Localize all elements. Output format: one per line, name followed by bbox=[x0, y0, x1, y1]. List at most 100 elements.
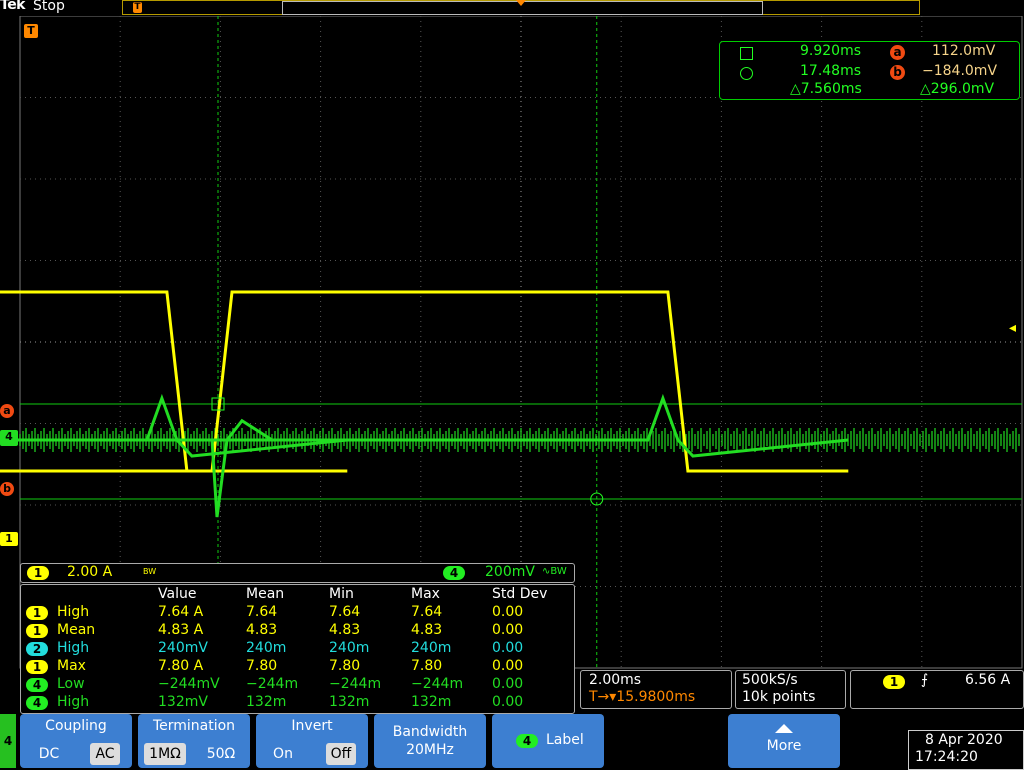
cursor-b-badge: b bbox=[890, 65, 905, 80]
cursor-a-marker[interactable]: a bbox=[0, 404, 14, 418]
invert-menu-button[interactable]: Invert On Off bbox=[256, 714, 368, 768]
trigger-level-arrow-icon: ◂ bbox=[1009, 320, 1017, 336]
coupling-title: Coupling bbox=[45, 718, 107, 734]
more-menu-button[interactable]: More bbox=[728, 714, 840, 768]
trigger-readout[interactable]: 1 ⨍ 6.56 A bbox=[850, 670, 1024, 709]
cursor-t1: 9.920ms bbox=[800, 43, 862, 59]
cursor-va: 112.0mV bbox=[932, 43, 996, 59]
measurement-row[interactable]: 4 Low −244mV −244m −244m −244m 0.00 bbox=[21, 676, 574, 694]
measurement-row[interactable]: 4 High 132mV 132m 132m 132m 0.00 bbox=[21, 694, 574, 712]
measurement-std: 0.00 bbox=[492, 694, 524, 710]
measurement-channel-badge: 1 bbox=[26, 606, 48, 620]
measurement-channel-badge: 1 bbox=[26, 624, 48, 638]
ch1-scale: 2.00 A bbox=[67, 564, 113, 580]
label-title: Label bbox=[546, 732, 584, 748]
channel-scale-readout[interactable]: 1 2.00 A BW 4 200mV ∿BW bbox=[20, 563, 575, 583]
invert-off-option[interactable]: Off bbox=[326, 743, 356, 765]
trigger-position-marker[interactable]: T bbox=[24, 24, 38, 38]
trigger-level: 6.56 A bbox=[965, 672, 1011, 688]
measurement-value: 4.83 A bbox=[158, 622, 204, 638]
cursor-markers bbox=[211, 397, 604, 506]
coupling-ac-option[interactable]: AC bbox=[90, 743, 120, 765]
measurement-value: 7.64 A bbox=[158, 604, 204, 620]
trigger-delay: T→▾15.9800ms bbox=[589, 689, 696, 705]
measurement-table[interactable]: Value Mean Min Max Std Dev 1 High 7.64 A 7.… bbox=[20, 584, 575, 714]
measurement-std: 0.00 bbox=[492, 658, 524, 674]
termination-title: Termination bbox=[152, 718, 236, 734]
col-header-mean: Mean bbox=[246, 586, 285, 602]
measurement-channel-badge: 4 bbox=[26, 678, 48, 692]
measurement-max: 132m bbox=[411, 694, 452, 710]
horizontal-readout[interactable]: 2.00ms T→▾15.9800ms bbox=[580, 670, 732, 709]
cursor-a-badge: a bbox=[890, 45, 905, 60]
measurement-std: 0.00 bbox=[492, 622, 524, 638]
coupling-menu-button[interactable]: Coupling DC AC bbox=[20, 714, 132, 768]
measurement-mean: 7.64 bbox=[246, 604, 278, 620]
acquisition-readout[interactable]: 500kS/s 10k points bbox=[735, 670, 846, 709]
chevron-up-icon bbox=[775, 724, 793, 733]
invert-on-option[interactable]: On bbox=[268, 743, 298, 765]
measurement-mean: 132m bbox=[246, 694, 287, 710]
cursor-readout: 9.920ms a 112.0mV 17.48ms b −184.0mV △7.… bbox=[719, 41, 1020, 100]
bandwidth-menu-button[interactable]: Bandwidth 20MHz bbox=[374, 714, 486, 768]
col-header-std-dev: Std Dev bbox=[492, 586, 548, 602]
termination-1mohm-option[interactable]: 1MΩ bbox=[144, 743, 186, 765]
termination-50ohm-option[interactable]: 50Ω bbox=[202, 743, 240, 765]
measurement-std: 0.00 bbox=[492, 604, 524, 620]
measurement-mean: 240m bbox=[246, 640, 287, 656]
coupling-dc-option[interactable]: DC bbox=[34, 743, 64, 765]
ch4-ground-marker[interactable]: 4 bbox=[0, 430, 18, 446]
ch1-badge: 1 bbox=[27, 566, 49, 580]
measurement-row[interactable]: 2 High 240mV 240m 240m 240m 0.00 bbox=[21, 640, 574, 658]
trigger-position-arrow bbox=[516, 0, 526, 6]
label-ch4-badge: 4 bbox=[516, 734, 538, 748]
measurement-value: 132mV bbox=[158, 694, 208, 710]
measurement-value: 240mV bbox=[158, 640, 208, 656]
measurement-channel-badge: 1 bbox=[26, 660, 48, 674]
measurement-min: 132m bbox=[329, 694, 370, 710]
cursor-dt: △7.560ms bbox=[790, 81, 862, 97]
measurement-min: 4.83 bbox=[329, 622, 361, 638]
measurement-max: 7.64 bbox=[411, 604, 443, 620]
measurement-min: 7.64 bbox=[329, 604, 361, 620]
col-header-min: Min bbox=[329, 586, 354, 602]
measurement-channel-badge: 2 bbox=[26, 642, 48, 656]
bandwidth-title: Bandwidth bbox=[392, 724, 468, 740]
measurement-max: 7.80 bbox=[411, 658, 443, 674]
time: 17:24:20 bbox=[915, 749, 978, 765]
measurement-channel-badge: 4 bbox=[26, 696, 48, 710]
record-length: 10k points bbox=[742, 689, 816, 705]
col-header-max: Max bbox=[411, 586, 440, 602]
ch1-ground-marker[interactable]: 1 bbox=[0, 532, 18, 546]
ch4-badge: 4 bbox=[443, 566, 465, 580]
measurement-std: 0.00 bbox=[492, 676, 524, 692]
cursor-square-icon bbox=[740, 47, 753, 60]
cursor-circle-icon bbox=[740, 67, 753, 80]
measurement-row[interactable]: 1 Mean 4.83 A 4.83 4.83 4.83 0.00 bbox=[21, 622, 574, 640]
date: 8 Apr 2020 bbox=[925, 732, 1003, 748]
measurement-min: 7.80 bbox=[329, 658, 361, 674]
date-time-display: 8 Apr 2020 17:24:20 bbox=[908, 730, 1024, 770]
label-menu-button[interactable]: 4 Label bbox=[492, 714, 604, 768]
cursor-t2: 17.48ms bbox=[800, 63, 862, 79]
col-header-value: Value bbox=[158, 586, 197, 602]
measurement-row[interactable]: 1 High 7.64 A 7.64 7.64 7.64 0.00 bbox=[21, 604, 574, 622]
cursor-b-marker[interactable]: b bbox=[0, 482, 14, 496]
record-trigger-marker: T bbox=[133, 2, 142, 13]
measurement-max: 4.83 bbox=[411, 622, 443, 638]
ch4-scale: 200mV bbox=[485, 564, 535, 580]
measurement-row[interactable]: 1 Max 7.80 A 7.80 7.80 7.80 0.00 bbox=[21, 658, 574, 676]
measurement-min: 240m bbox=[329, 640, 370, 656]
cursor-vb: −184.0mV bbox=[922, 63, 998, 79]
measurement-name: High bbox=[57, 640, 90, 656]
timebase-scale: 2.00ms bbox=[589, 672, 642, 688]
termination-menu-button[interactable]: Termination 1MΩ 50Ω bbox=[138, 714, 250, 768]
measurement-name: Low bbox=[57, 676, 85, 692]
measurement-mean: 7.80 bbox=[246, 658, 278, 674]
menu-channel-indicator: 4 bbox=[0, 714, 16, 768]
measurement-min: −244m bbox=[329, 676, 382, 692]
sample-rate: 500kS/s bbox=[742, 672, 798, 688]
measurement-max: 240m bbox=[411, 640, 452, 656]
ch1-bw-limit: BW bbox=[143, 567, 157, 576]
measurement-mean: −244m bbox=[246, 676, 299, 692]
